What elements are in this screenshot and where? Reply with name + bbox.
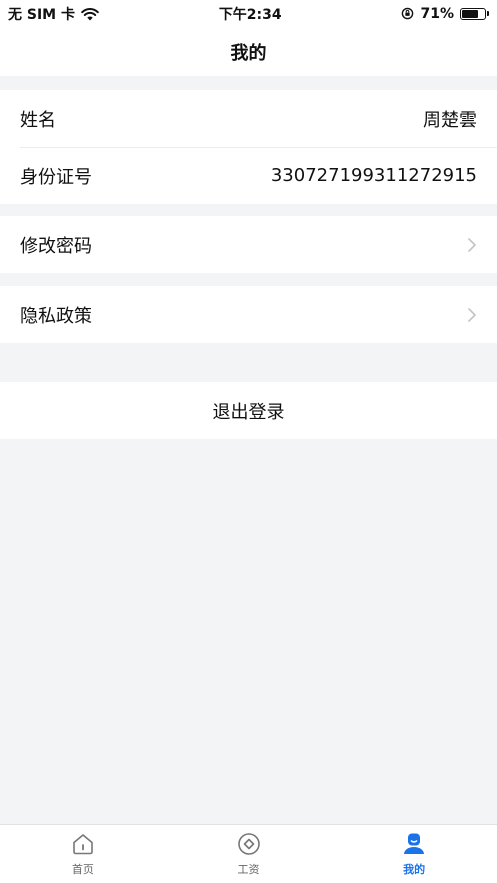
tab-salary[interactable]: 工资 xyxy=(166,825,332,883)
name-label: 姓名 xyxy=(20,109,56,131)
status-time: 下午2:34 xyxy=(218,6,282,23)
change-password-label: 修改密码 xyxy=(20,235,92,257)
carrier-label: 无 SIM 卡 xyxy=(8,6,75,23)
battery-icon xyxy=(459,7,489,20)
status-bar: 无 SIM 卡 下午2:34 71% xyxy=(0,0,497,27)
name-row: 姓名 周楚雲 xyxy=(0,90,497,147)
home-icon xyxy=(73,834,93,855)
salary-icon xyxy=(237,833,260,855)
logout-label: 退出登录 xyxy=(212,401,285,423)
change-password-group: 修改密码 xyxy=(0,216,497,273)
tab-bar: 首页 工资 我的 xyxy=(0,824,497,883)
privacy-policy-row[interactable]: 隐私政策 xyxy=(0,286,497,343)
page-title: 我的 xyxy=(230,42,267,64)
nav-bar: 我的 xyxy=(0,27,497,76)
privacy-policy-group: 隐私政策 xyxy=(0,286,497,343)
battery-percent: 71% xyxy=(420,5,454,22)
name-value: 周楚雲 xyxy=(423,109,477,131)
privacy-policy-label: 隐私政策 xyxy=(20,305,92,327)
tab-profile-label: 我的 xyxy=(403,863,426,876)
rotation-lock-icon xyxy=(402,7,414,20)
tab-salary-label: 工资 xyxy=(237,863,260,876)
status-left: 无 SIM 卡 xyxy=(8,4,99,24)
change-password-row[interactable]: 修改密码 xyxy=(0,216,497,273)
tab-profile[interactable]: 我的 xyxy=(331,825,497,883)
logout-button[interactable]: 退出登录 xyxy=(0,382,497,439)
id-row: 身份证号 330727199311272915 xyxy=(0,147,497,204)
wifi-icon xyxy=(81,7,99,20)
id-label: 身份证号 xyxy=(20,166,92,188)
status-right: 71% xyxy=(401,6,489,22)
id-value: 330727199311272915 xyxy=(270,165,477,186)
chevron-right-icon xyxy=(468,307,476,322)
profile-icon xyxy=(404,833,425,854)
profile-group: 姓名 周楚雲 身份证号 330727199311272915 xyxy=(0,90,497,204)
tab-home[interactable]: 首页 xyxy=(0,825,166,883)
tab-home-label: 首页 xyxy=(71,863,94,876)
chevron-right-icon xyxy=(468,237,476,252)
screen: 无 SIM 卡 下午2:34 71% 我的 姓名 周楚雲 身份证号 330727… xyxy=(0,0,497,883)
